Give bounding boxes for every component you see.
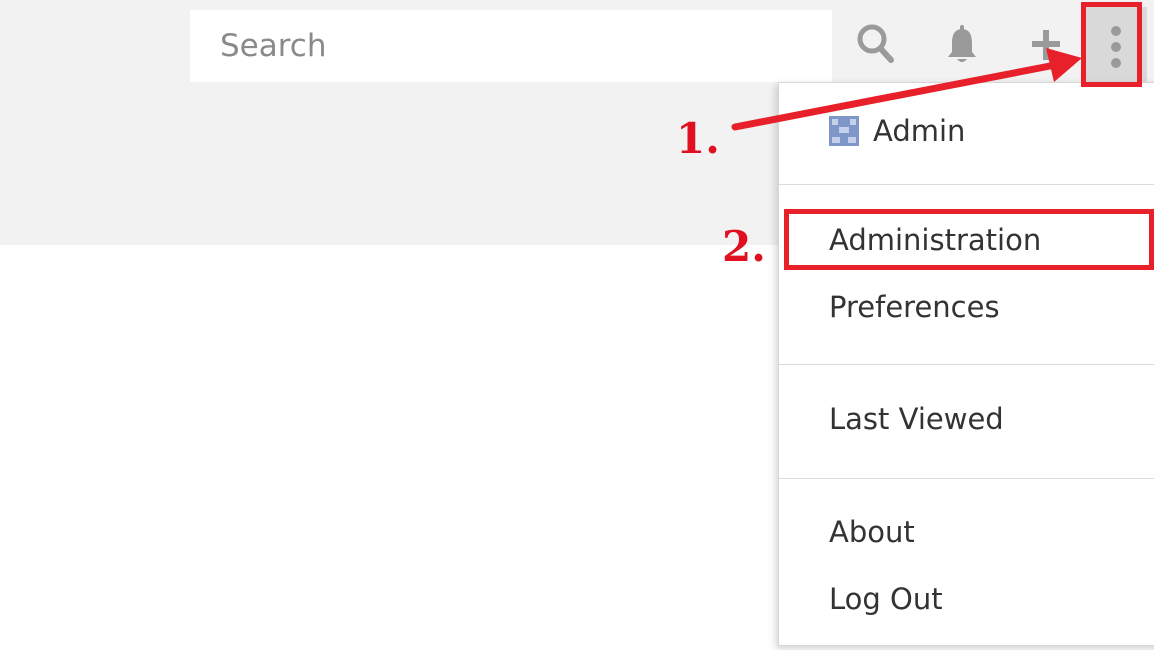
menu-divider (779, 364, 1154, 365)
search-box[interactable] (190, 10, 832, 82)
bell-icon[interactable] (940, 18, 984, 70)
more-vertical-icon (1111, 26, 1121, 68)
search-input[interactable] (218, 27, 832, 65)
menu-item-label: Log Out (829, 582, 943, 616)
menu-item-log-out[interactable]: Log Out (829, 577, 943, 621)
search-icon[interactable] (852, 18, 900, 70)
page: Admin Administration Preferences Last Vi… (0, 0, 1154, 650)
user-dropdown-menu: Admin Administration Preferences Last Vi… (778, 82, 1154, 646)
annotation-step-1-label: 1. (676, 114, 720, 163)
menu-item-label: Administration (829, 223, 1042, 257)
menu-item-label: Preferences (829, 290, 1000, 324)
menu-divider (779, 478, 1154, 479)
menu-item-label: About (829, 515, 915, 549)
menu-item-last-viewed[interactable]: Last Viewed (829, 397, 1004, 441)
user-name: Admin (873, 114, 966, 148)
more-options-button[interactable] (1085, 7, 1147, 87)
menu-user-header[interactable]: Admin (829, 111, 965, 151)
plus-icon[interactable] (1026, 18, 1066, 70)
menu-divider (779, 184, 1154, 185)
menu-item-about[interactable]: About (829, 510, 915, 554)
user-avatar-icon (829, 116, 859, 146)
menu-item-label: Last Viewed (829, 402, 1004, 436)
menu-item-administration[interactable]: Administration (829, 218, 1041, 262)
annotation-step-2-label: 2. (722, 222, 766, 271)
menu-item-preferences[interactable]: Preferences (829, 285, 1000, 329)
